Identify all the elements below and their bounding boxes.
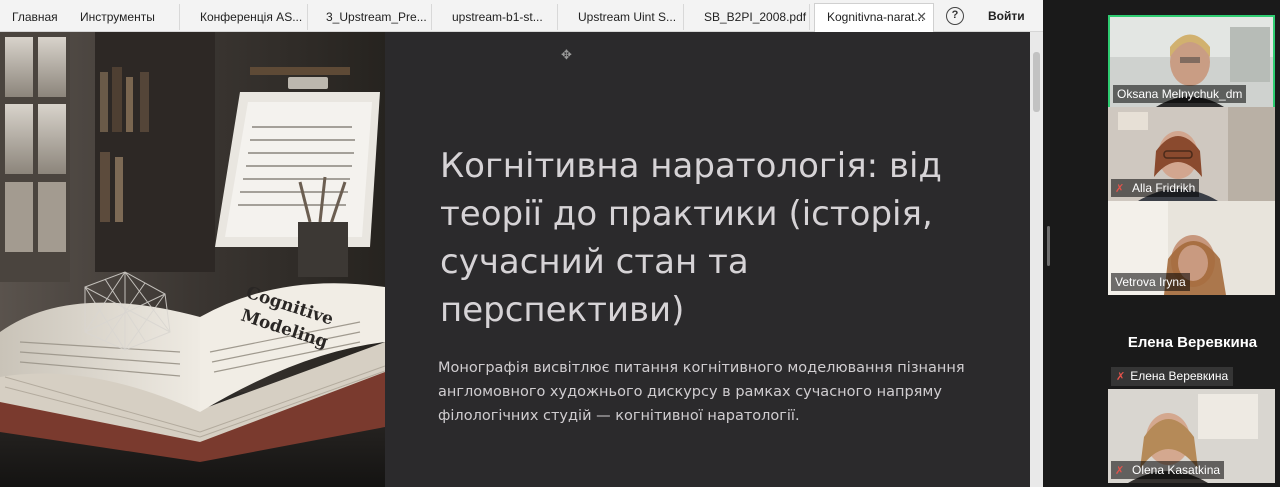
participant-tile[interactable]: ✗ Alla Fridrikh: [1108, 107, 1275, 201]
tab-label: Kognitivna-narat...: [827, 10, 925, 24]
tab-document[interactable]: Конференція AS...: [188, 4, 308, 30]
tab-document-active[interactable]: Kognitivna-narat... ✕: [814, 3, 934, 32]
participant-name: Vetrova Iryna: [1111, 273, 1190, 291]
tab-document[interactable]: Upstream Uint S...: [566, 4, 684, 30]
shared-screen: Главная Инструменты Конференція AS... 3_…: [0, 0, 1043, 487]
panel-resize-handle[interactable]: [1047, 226, 1050, 266]
tab-label: upstream-b1-st...: [452, 10, 543, 24]
tab-tools[interactable]: Инструменты: [68, 4, 180, 30]
slide-text-panel: Когнітивна наратологія: від теорії до пр…: [385, 32, 1030, 487]
participant-name: Oksana Melnychuk_dm: [1113, 85, 1247, 103]
move-cursor-icon: ✥: [561, 47, 572, 62]
tab-home[interactable]: Главная: [0, 4, 68, 30]
mic-off-icon: ✗: [1116, 371, 1126, 383]
participants-panel: Oksana Melnychuk_dm ✗ Alla Fridrikh Vetro…: [1105, 0, 1280, 487]
presentation-slide: Cognitive Modeling Когнітивна наратологі…: [0, 32, 1030, 487]
tab-label: Upstream Uint S...: [578, 10, 677, 24]
participant-name: ✗ Alla Fridrikh: [1111, 179, 1200, 197]
tab-label: Инструменты: [80, 10, 155, 24]
mic-off-icon: ✗: [1115, 183, 1125, 195]
scrollbar-thumb[interactable]: [1033, 52, 1040, 112]
slide-description: Монографія висвітлює питання когнітивног…: [438, 360, 965, 424]
participant-display-name: Елена Веревкина: [1127, 334, 1258, 351]
viewer-tab-bar: Главная Инструменты Конференція AS... 3_…: [0, 0, 1043, 32]
slide-illustration: Cognitive Modeling: [0, 32, 386, 487]
participant-tile[interactable]: Vetrova Iryna: [1108, 201, 1275, 295]
tab-label: Главная: [12, 10, 58, 24]
tab-label: SB_B2PI_2008.pdf: [704, 10, 807, 24]
slide-title: Когнітивна наратологія: від теорії до пр…: [440, 146, 942, 330]
participant-name: ✗ Olena Kasatkina: [1111, 461, 1225, 479]
participant-tile[interactable]: ✗ Olena Kasatkina: [1108, 389, 1275, 483]
viewer-scrollbar[interactable]: [1030, 32, 1043, 487]
mic-off-icon: ✗: [1115, 465, 1125, 477]
close-icon[interactable]: ✕: [916, 4, 927, 30]
participant-tile[interactable]: Oksana Melnychuk_dm: [1108, 15, 1275, 109]
book-illustration: Cognitive Modeling: [0, 32, 386, 487]
tab-document[interactable]: 3_Upstream_Pre...: [314, 4, 432, 30]
login-button[interactable]: Войти: [980, 0, 1033, 32]
tab-label: 3_Upstream_Pre...: [326, 10, 427, 24]
tab-document[interactable]: SB_B2PI_2008.pdf: [692, 4, 810, 30]
participant-name[interactable]: ✗ Елена Веревкина: [1111, 367, 1234, 386]
tab-label: Конференція AS...: [200, 10, 303, 24]
tab-document[interactable]: upstream-b1-st...: [440, 4, 558, 30]
help-button[interactable]: ?: [946, 7, 964, 25]
